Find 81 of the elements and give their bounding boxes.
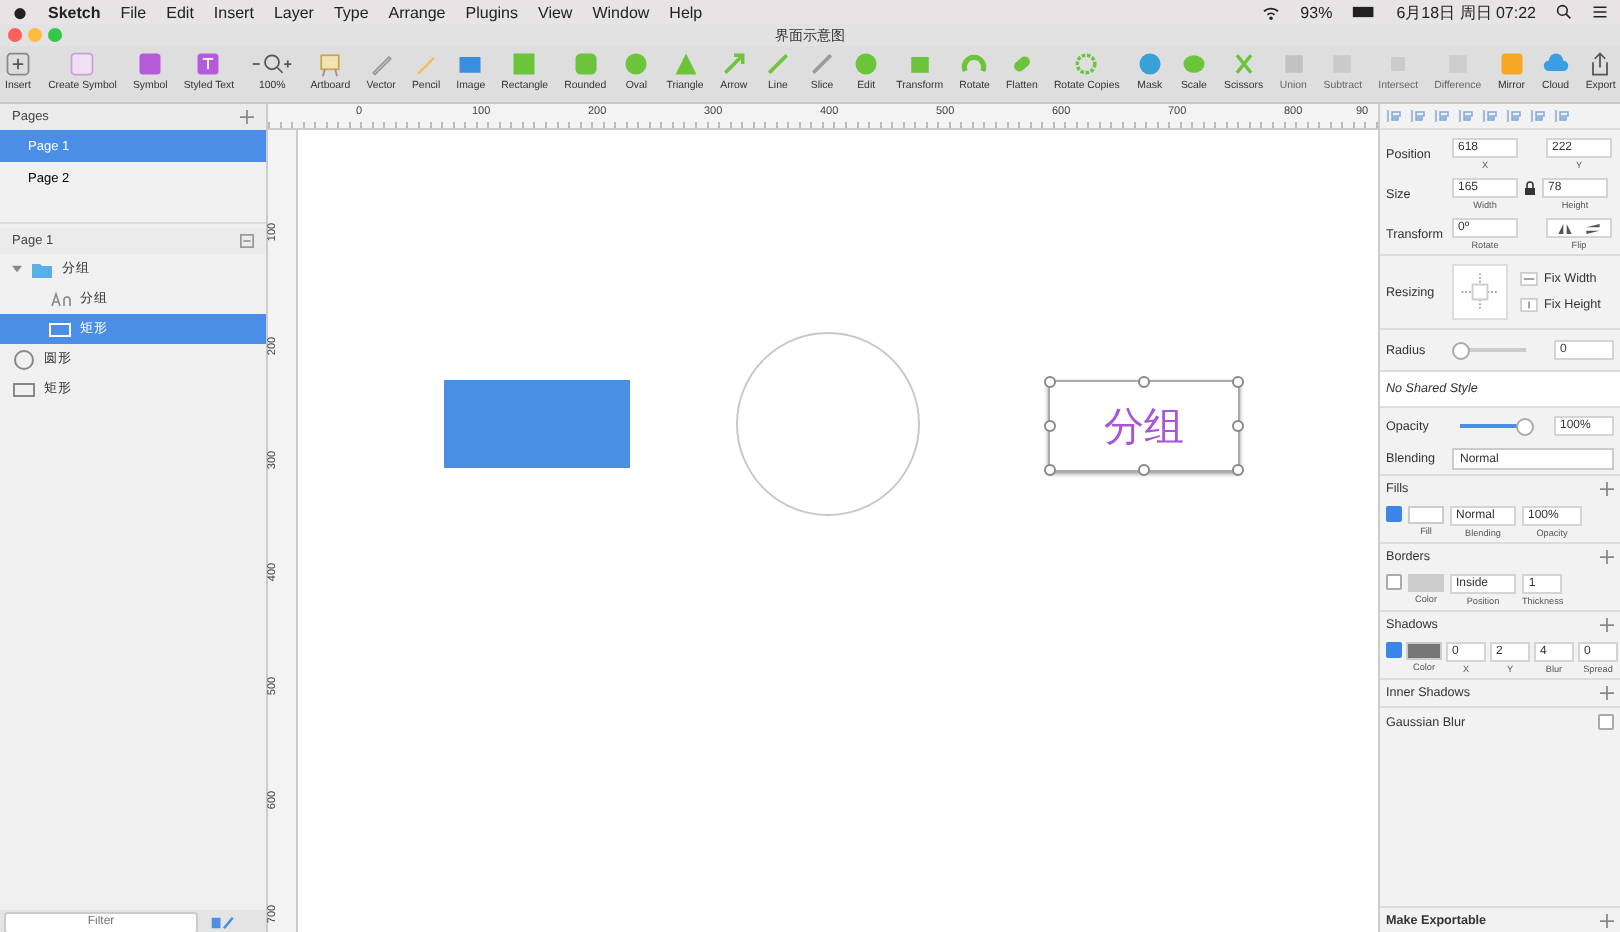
align-icon[interactable] — [1434, 108, 1450, 124]
line-icon — [763, 50, 792, 78]
artboard-icon — [316, 50, 345, 78]
blur-checkbox[interactable] — [1598, 714, 1614, 730]
add-fill-icon[interactable] — [1600, 482, 1614, 496]
resize-handle[interactable] — [1232, 464, 1244, 476]
oval-layer-icon — [12, 347, 36, 371]
menu-item[interactable]: Window — [592, 3, 650, 21]
resize-handle[interactable] — [1232, 420, 1244, 432]
add-inner-shadow-icon[interactable] — [1600, 686, 1614, 700]
resizing-constraints-control[interactable] — [1452, 264, 1508, 320]
align-icon[interactable] — [1554, 108, 1570, 124]
fix-width-icon[interactable] — [1520, 272, 1538, 286]
resize-handle[interactable] — [1138, 464, 1150, 476]
align-icon[interactable] — [1530, 108, 1546, 124]
zoom-icon — [250, 50, 295, 78]
menu-item[interactable]: Plugins — [465, 3, 519, 21]
search-icon[interactable] — [1556, 4, 1572, 20]
resize-handle[interactable] — [1138, 376, 1150, 388]
wifi-icon[interactable] — [1262, 5, 1281, 19]
menu-item[interactable]: Insert — [213, 3, 254, 21]
apple-logo-icon[interactable] — [12, 4, 28, 20]
oval-icon — [622, 50, 651, 78]
battery-percent: 93% — [1300, 3, 1333, 21]
collapse-icon[interactable] — [240, 234, 254, 248]
mirror-icon — [1497, 50, 1526, 78]
fill-checkbox[interactable] — [1386, 506, 1402, 522]
align-icon[interactable] — [1386, 108, 1402, 124]
symbol-icon — [136, 50, 165, 78]
align-icon[interactable] — [1458, 108, 1474, 124]
add-export-icon[interactable] — [1600, 914, 1614, 928]
fill-color-swatch[interactable] — [1408, 506, 1444, 524]
symbol-icon — [68, 50, 97, 78]
text-layer-icon — [48, 287, 72, 311]
flip-horizontal-icon — [1558, 223, 1573, 233]
mask-icon — [1135, 50, 1164, 78]
slider-thumb[interactable] — [1452, 341, 1470, 359]
menu-item[interactable]: Edit — [166, 3, 194, 21]
text-style-icon — [194, 50, 223, 78]
fix-height-icon[interactable] — [1520, 298, 1538, 312]
menu-icon[interactable] — [1592, 4, 1608, 20]
rounded-rectangle-icon — [571, 50, 600, 78]
resize-handle[interactable] — [1044, 464, 1056, 476]
align-icon[interactable] — [1506, 108, 1522, 124]
shadow-color-swatch[interactable] — [1406, 642, 1442, 660]
zoom-button[interactable] — [48, 28, 62, 42]
rectangle-layer-icon — [12, 377, 36, 401]
align-icon[interactable] — [1410, 108, 1426, 124]
flip-vertical-icon — [1585, 223, 1600, 233]
plus-icon — [4, 50, 32, 78]
shadow-checkbox[interactable] — [1386, 642, 1402, 658]
arrow-icon — [719, 50, 748, 78]
add-page-icon[interactable] — [240, 110, 254, 124]
slider-thumb[interactable] — [1516, 417, 1534, 435]
align-icon[interactable] — [1482, 108, 1498, 124]
resize-handle[interactable] — [1044, 376, 1056, 388]
menu-item[interactable]: Type — [333, 3, 369, 21]
resize-handle[interactable] — [1232, 376, 1244, 388]
menu-item[interactable]: File — [120, 3, 147, 21]
lock-icon[interactable] — [1524, 180, 1536, 196]
disclosure-triangle-icon[interactable] — [12, 264, 22, 274]
flip-buttons[interactable] — [1546, 218, 1612, 238]
clock[interactable]: 6月18日 周日 07:22 — [1396, 1, 1536, 23]
menu-item[interactable]: View — [538, 3, 573, 21]
triangle-icon — [671, 50, 700, 78]
resize-handle[interactable] — [1044, 420, 1056, 432]
close-button[interactable] — [8, 28, 22, 42]
border-color-swatch[interactable] — [1408, 574, 1444, 592]
menu-item[interactable]: Layer — [273, 3, 314, 21]
rectangle-icon — [510, 50, 539, 78]
text-layer: 分组 — [1104, 403, 1184, 453]
rotate-icon — [960, 50, 989, 78]
rectangle-layer-icon — [48, 317, 72, 341]
add-shadow-icon[interactable] — [1600, 618, 1614, 632]
border-checkbox[interactable] — [1386, 574, 1402, 590]
app-menu[interactable]: Sketch — [48, 3, 101, 21]
edit-tools-icon[interactable] — [210, 915, 238, 929]
menu-item[interactable]: Arrange — [388, 3, 446, 21]
add-border-icon[interactable] — [1600, 550, 1614, 564]
battery-icon[interactable] — [1352, 6, 1377, 18]
menu-item[interactable]: Help — [669, 3, 703, 21]
